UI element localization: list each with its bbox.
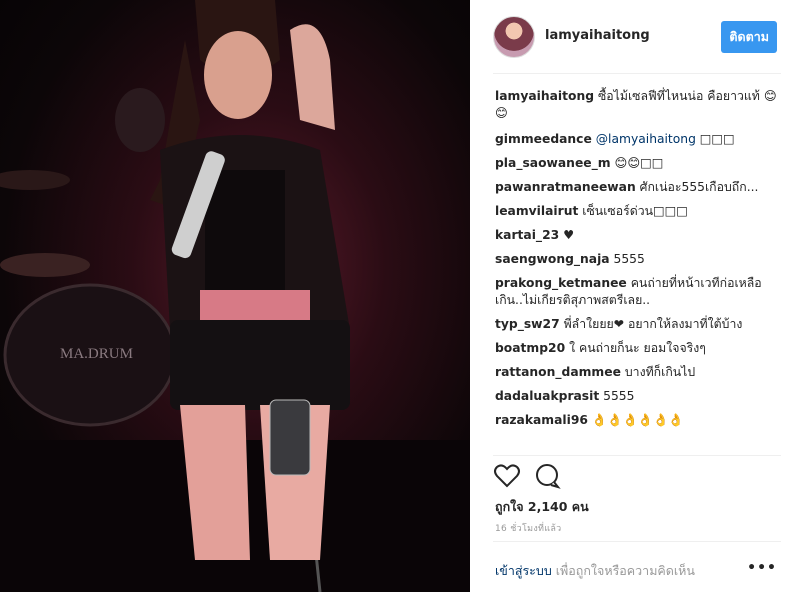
comment-text: พี่ลำใยยย❤ อยากให้ลงมาที่ใต้บ้าง xyxy=(563,317,743,331)
comment-username[interactable]: pla_saowanee_m xyxy=(495,156,611,170)
post-sidebar: lamyaihaitong ติดตาม lamyaihaitong ซื้อไ… xyxy=(481,0,785,592)
cymbal xyxy=(0,170,70,190)
comment-row: pla_saowanee_m 😊😊□□ xyxy=(495,155,779,172)
comment-row: kartai_23 ♥ xyxy=(495,227,779,244)
comment-username[interactable]: razakamali96 xyxy=(495,413,588,427)
comment-row: rattanon_dammee บางทีก็เกินไป xyxy=(495,364,779,381)
post-timestamp[interactable]: 16 ชั่วโมงที่แล้ว xyxy=(495,521,562,535)
midriff xyxy=(200,290,310,320)
post-photo[interactable]: MA.DRUM xyxy=(0,0,470,592)
more-options-icon[interactable]: ••• xyxy=(747,560,777,576)
comment-row: razakamali96 👌👌👌👌👌👌 xyxy=(495,412,779,429)
phone-on-stick xyxy=(269,399,311,476)
stage-performer-image: MA.DRUM xyxy=(0,0,470,592)
caption: lamyaihaitong ซื้อไม้เซลฟีที่ไหนน่อ คือย… xyxy=(495,88,779,122)
comment-row: pawanratmaneewan ศักเน่อะ555เกือบถึก... xyxy=(495,179,779,196)
comment-text: 😊😊□□ xyxy=(614,156,664,170)
comment-text: ใ คนถ่ายก็นะ ยอมใจจริงๆ xyxy=(569,341,706,355)
comment-text: ศักเน่อะ555เกือบถึก... xyxy=(639,180,759,194)
face xyxy=(204,31,272,119)
avatar[interactable] xyxy=(493,16,535,58)
comment-text: 5555 xyxy=(613,252,645,266)
comment-text: □□□ xyxy=(695,132,735,146)
comment-row: prakong_ketmanee คนถ่ายที่หน้าเวทีก่อเหล… xyxy=(495,275,779,309)
comment-username[interactable]: saengwong_naja xyxy=(495,252,610,266)
comments: gimmeedance @lamyaihaitong □□□ pla_saowan… xyxy=(495,131,779,429)
comment-text: เซ็นเซอร์ด่วน□□□ xyxy=(582,204,688,218)
comment-username[interactable]: prakong_ketmanee xyxy=(495,276,627,290)
comment-username[interactable]: leamvilairut xyxy=(495,204,578,218)
comment-mention[interactable]: @lamyaihaitong xyxy=(596,132,696,146)
tom-drum xyxy=(0,253,90,277)
comment-text: 5555 xyxy=(603,389,635,403)
drummer-head xyxy=(115,88,165,152)
comment-username[interactable]: typ_sw27 xyxy=(495,317,560,331)
comment-row: gimmeedance @lamyaihaitong □□□ xyxy=(495,131,779,148)
comment-list: lamyaihaitong ซื้อไม้เซลฟีที่ไหนน่อ คือย… xyxy=(495,88,779,436)
header-username[interactable]: lamyaihaitong xyxy=(545,28,650,43)
comment-text: บางทีก็เกินไป xyxy=(624,365,696,379)
drum-logo-text: MA.DRUM xyxy=(60,346,133,362)
comment-username[interactable]: kartai_23 xyxy=(495,228,559,242)
login-prompt-text: เพื่อถูกใจหรือความคิดเห็น xyxy=(555,563,695,578)
comment-row: leamvilairut เซ็นเซอร์ด่วน□□□ xyxy=(495,203,779,220)
login-prompt: เข้าสู่ระบบ เพื่อถูกใจหรือความคิดเห็น xyxy=(495,561,765,581)
likes-count[interactable]: ถูกใจ 2,140 คน xyxy=(495,497,589,517)
instagram-post: MA.DRUM lamyaihaitong ติดตาม lamyaihaito… xyxy=(0,0,785,592)
footer-divider xyxy=(493,541,781,542)
header-divider xyxy=(493,73,781,74)
comment-row: boatmp20 ใ คนถ่ายก็นะ ยอมใจจริงๆ xyxy=(495,340,779,357)
comments-divider xyxy=(493,455,781,456)
comment-username[interactable]: pawanratmaneewan xyxy=(495,180,636,194)
comment-row: typ_sw27 พี่ลำใยยย❤ อยากให้ลงมาที่ใต้บ้า… xyxy=(495,316,779,333)
comment-icon[interactable] xyxy=(533,462,561,490)
heart-icon[interactable] xyxy=(493,462,521,490)
post-header: lamyaihaitong ติดตาม xyxy=(493,16,781,58)
action-bar xyxy=(493,462,593,492)
comment-username[interactable]: dadaluakprasit xyxy=(495,389,599,403)
caption-username[interactable]: lamyaihaitong xyxy=(495,89,594,103)
comment-username[interactable]: gimmeedance xyxy=(495,132,592,146)
follow-button[interactable]: ติดตาม xyxy=(721,21,777,53)
comment-row: dadaluakprasit 5555 xyxy=(495,388,779,405)
comment-text: ♥ xyxy=(563,228,575,242)
login-link[interactable]: เข้าสู่ระบบ xyxy=(495,563,552,578)
raised-arm xyxy=(290,24,335,130)
comment-text: 👌👌👌👌👌👌 xyxy=(591,413,684,427)
shorts xyxy=(170,320,350,410)
comment-row: saengwong_naja 5555 xyxy=(495,251,779,268)
top xyxy=(205,170,285,290)
comment-username[interactable]: rattanon_dammee xyxy=(495,365,621,379)
comment-username[interactable]: boatmp20 xyxy=(495,341,565,355)
